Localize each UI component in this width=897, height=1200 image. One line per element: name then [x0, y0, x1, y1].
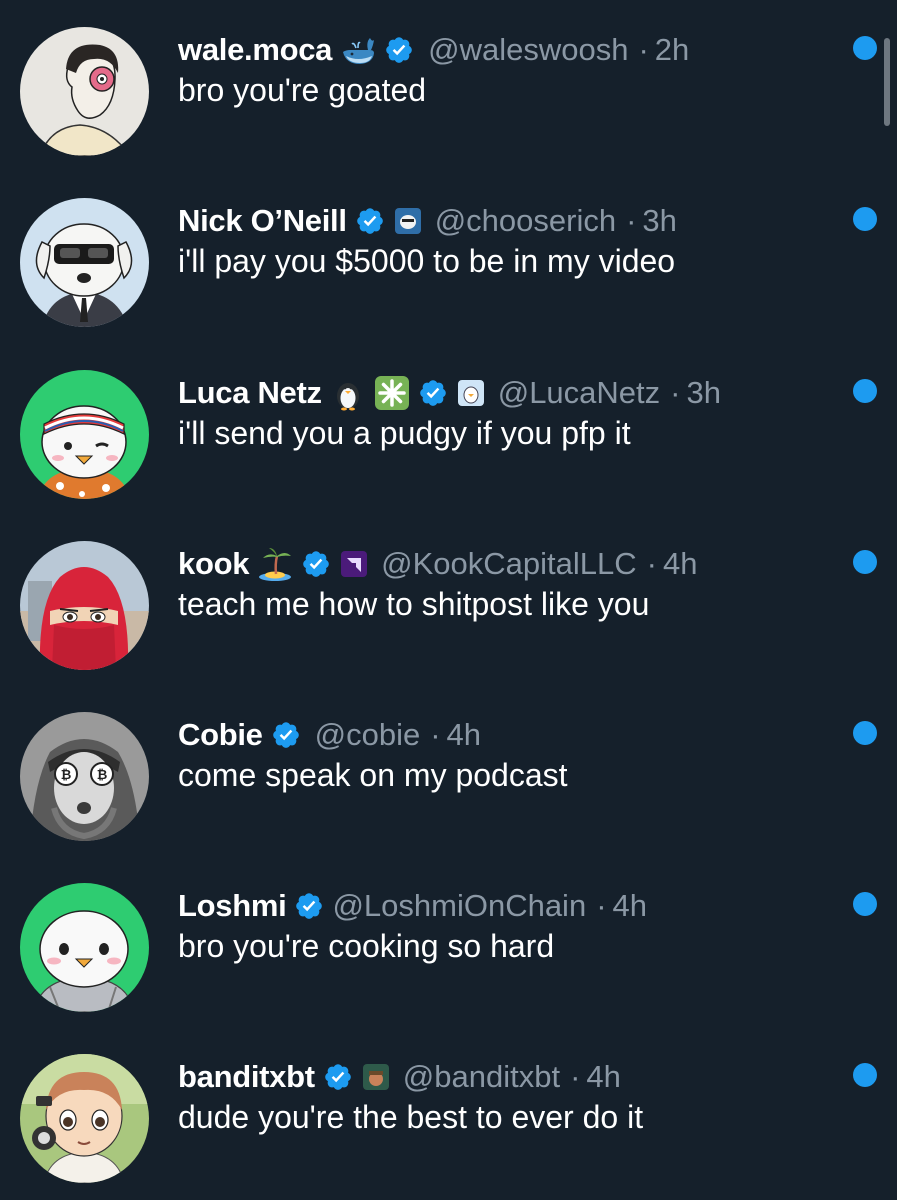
sparkle-emoji-icon [374, 375, 410, 411]
message-preview: i'll send you a pudgy if you pfp it [178, 415, 631, 451]
avatar[interactable] [20, 198, 149, 327]
user-handle: @LoshmiOnChain [332, 888, 587, 923]
conversation-row[interactable]: ₿ ₿ Cobie @cobie · 4h come speak on my p… [0, 685, 897, 856]
user-handle: @KookCapitalLLC [381, 546, 637, 581]
affiliate-badge-icon [362, 1064, 389, 1090]
unread-indicator [853, 379, 877, 403]
message-preview: i'll pay you $5000 to be in my video [178, 243, 676, 279]
display-name: Cobie [178, 717, 263, 752]
user-handle: @chooserich [434, 203, 617, 238]
timestamp: 4h [612, 888, 648, 923]
conversation-header: Loshmi @LoshmiOnChain · 4h [178, 884, 647, 928]
separator-dot: · [570, 1059, 581, 1094]
avatar[interactable] [20, 27, 149, 156]
conversation-header: Luca Netz @LucaNetz · 3h [178, 371, 721, 415]
verified-badge-icon [271, 720, 301, 750]
separator-dot: · [670, 375, 681, 410]
island-emoji-icon [257, 546, 293, 582]
conversation-row[interactable]: wale.moca @waleswoosh · 2h bro you're go… [0, 0, 897, 171]
svg-text:₿: ₿ [61, 768, 72, 783]
unread-indicator [853, 721, 877, 745]
verified-badge-icon [418, 378, 448, 408]
conversation-header: banditxbt @banditxbt · 4h [178, 1055, 621, 1099]
conversation-header: Nick O’Neill @chooserich · 3h [178, 199, 677, 243]
message-preview: bro you're cooking so hard [178, 928, 555, 964]
display-name: Nick O’Neill [178, 203, 347, 238]
timestamp: 4h [586, 1059, 621, 1094]
unread-indicator [853, 36, 877, 60]
message-preview: teach me how to shitpost like you [178, 586, 650, 622]
timestamp: 2h [654, 32, 690, 67]
verified-badge-icon [301, 549, 331, 579]
conversation-row[interactable]: kook @KookCapitalLLC · 4h teach me how t… [0, 514, 897, 685]
conversation-row[interactable]: Nick O’Neill @chooserich · 3h i'll pay y… [0, 171, 897, 342]
separator-dot: · [626, 203, 637, 238]
separator-dot: · [646, 546, 657, 581]
user-handle: @cobie [314, 717, 421, 752]
unread-indicator [853, 1063, 877, 1087]
avatar[interactable] [20, 883, 149, 1012]
avatar[interactable] [20, 370, 149, 499]
separator-dot: · [638, 32, 649, 67]
verified-badge-icon [384, 35, 414, 65]
conversation-header: Cobie @cobie · 4h [178, 713, 481, 757]
unread-indicator [853, 550, 877, 574]
user-handle: @banditxbt [402, 1059, 561, 1094]
conversation-row[interactable]: Luca Netz @LucaNetz · 3h i'll send you a… [0, 343, 897, 514]
display-name: banditxbt [178, 1059, 315, 1094]
affiliate-badge-icon [341, 551, 368, 577]
affiliate-badge-icon [457, 380, 484, 406]
timestamp: 3h [642, 203, 677, 238]
user-handle: @waleswoosh [428, 32, 629, 67]
message-preview: come speak on my podcast [178, 757, 568, 793]
display-name: wale.moca [178, 32, 333, 67]
user-handle: @LucaNetz [497, 375, 661, 410]
conversation-header: wale.moca @waleswoosh · 2h [178, 28, 689, 72]
unread-indicator [853, 207, 877, 231]
scrollbar[interactable] [884, 38, 890, 126]
conversation-header: kook @KookCapitalLLC · 4h [178, 542, 697, 586]
display-name: Luca Netz [178, 375, 322, 410]
message-preview: dude you're the best to ever do it [178, 1099, 644, 1135]
conversation-row[interactable]: banditxbt @banditxbt · 4h dude you're th… [0, 1027, 897, 1198]
display-name: kook [178, 546, 250, 581]
affiliate-badge-icon [394, 208, 421, 234]
separator-dot: · [430, 717, 441, 752]
avatar[interactable] [20, 1054, 149, 1183]
svg-text:₿: ₿ [97, 768, 108, 783]
timestamp: 4h [662, 546, 698, 581]
conversation-row[interactable]: Loshmi @LoshmiOnChain · 4h bro you're co… [0, 856, 897, 1027]
unread-indicator [853, 892, 877, 916]
message-preview: bro you're goated [178, 72, 427, 108]
avatar[interactable]: ₿ ₿ [20, 712, 149, 841]
separator-dot: · [596, 888, 607, 923]
verified-badge-icon [355, 206, 385, 236]
timestamp: 4h [446, 717, 482, 752]
timestamp: 3h [686, 375, 721, 410]
whale-emoji-icon [340, 32, 376, 68]
avatar[interactable] [20, 541, 149, 670]
penguin-emoji-icon [330, 375, 366, 411]
verified-badge-icon [323, 1062, 353, 1092]
conversation-list: wale.moca @waleswoosh · 2h bro you're go… [0, 0, 897, 1200]
verified-badge-icon [294, 891, 324, 921]
display-name: Loshmi [178, 888, 287, 923]
